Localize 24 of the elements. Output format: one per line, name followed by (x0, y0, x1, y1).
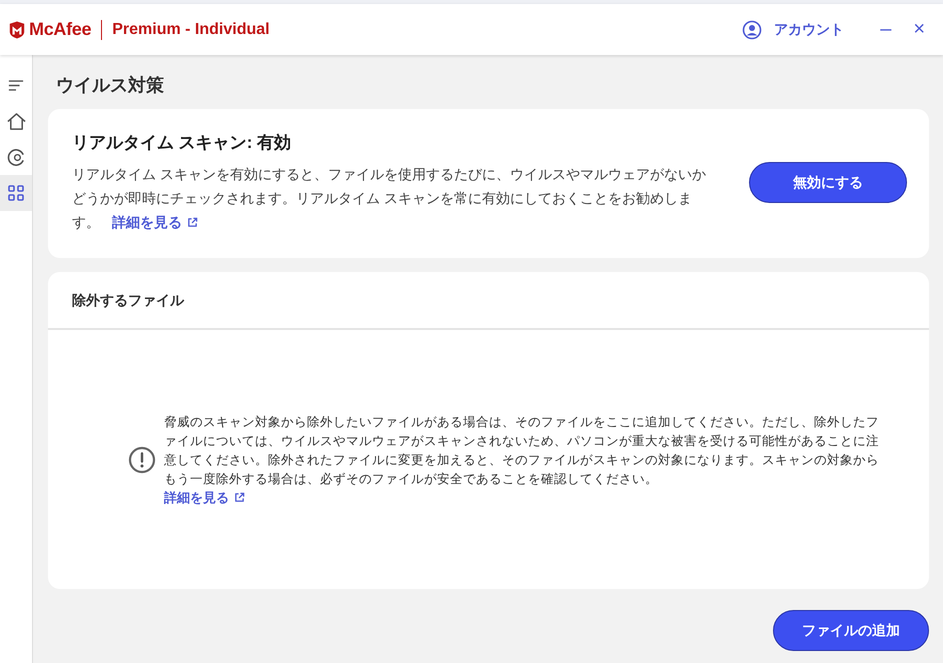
shield-logo-icon (8, 20, 26, 38)
card-title: リアルタイム スキャン: 有効 (72, 132, 292, 154)
disable-button[interactable]: 無効にする (749, 162, 907, 203)
notice-text: 脅威のスキャン対象から除外したいファイルがある場合は、そのファイルをここに追加してください。ただし、除外したファイルについては、ウイルスやマルウェアがスキャンされないため、パソコンが重大な被害を受ける可能性があることに注意してください。除外されたファイルに変更を加えると、そのファイルがスキャンの対象になります。スキャンの対象からもう一度除外する場合は、必ずそのファイルが安全であることを確認してください。 (164, 414, 880, 488)
add-file-button[interactable]: ファイルの追加 (773, 610, 929, 651)
minimize-button[interactable]: – (874, 18, 898, 41)
menu-icon (8, 78, 24, 92)
close-button[interactable]: × (907, 18, 931, 41)
account-link[interactable]: アカウント (774, 20, 844, 38)
account-icon[interactable] (742, 20, 762, 40)
external-link-icon (234, 492, 245, 503)
target-icon (6, 148, 26, 166)
grid-icon (8, 185, 24, 201)
description-text: リアルタイム スキャンを有効にすると、ファイルを使用するたびに、ウイルスやマルウェアがないかどうかが即時にチェックされます。リアルタイム スキャンを常に有効にしておくことをお勧めします。 詳細を見る (72, 162, 719, 234)
page-title: ウイルス対策 (56, 74, 165, 97)
external-link-icon (187, 216, 198, 228)
learn-more-link[interactable]: 詳細を見る (112, 210, 198, 234)
home-icon (6, 112, 26, 130)
brand-name: McAfee (29, 19, 92, 40)
sidebar-item[interactable] (0, 175, 32, 211)
product-name: Premium - Individual (112, 20, 270, 38)
exclamation-icon (128, 446, 156, 474)
learn-more-link[interactable]: 詳細を見る (164, 488, 245, 506)
section-title: 除外するファイル (48, 272, 929, 330)
